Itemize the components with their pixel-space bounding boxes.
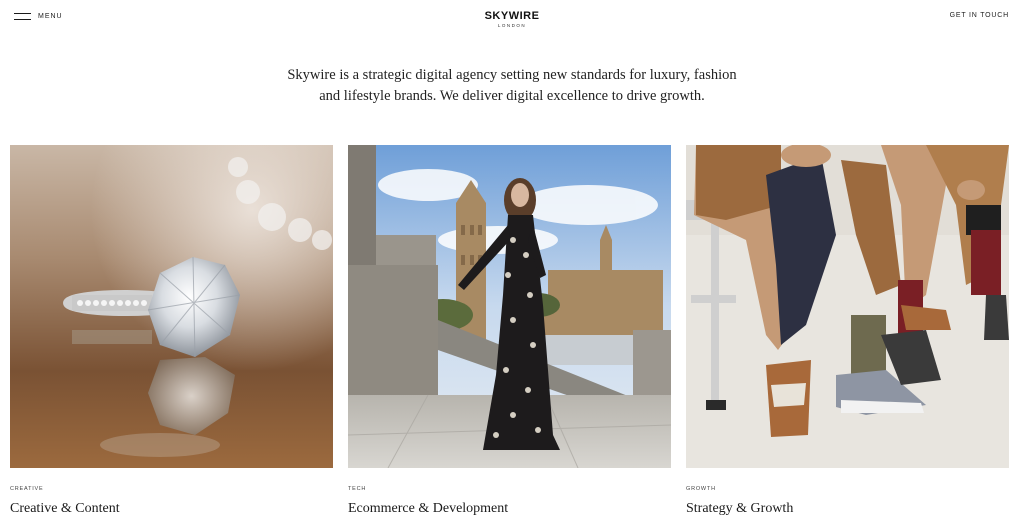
sneakers-image[interactable] bbox=[686, 145, 1009, 468]
brand-subtitle: LONDON bbox=[497, 23, 527, 28]
service-card-creative[interactable]: CREATIVE Creative & Content bbox=[10, 145, 333, 516]
card-tag: CREATIVE bbox=[10, 486, 44, 492]
brand-title[interactable]: SKYWIRE bbox=[0, 10, 1024, 22]
card-title[interactable]: Ecommerce & Development bbox=[348, 501, 508, 517]
card-title[interactable]: Creative & Content bbox=[10, 501, 120, 517]
card-title[interactable]: Strategy & Growth bbox=[686, 501, 793, 517]
intro-text: Skywire is a strategic digital agency se… bbox=[262, 65, 762, 107]
service-card-tech[interactable]: TECH Ecommerce & Development bbox=[348, 145, 671, 516]
card-tag: GROWTH bbox=[686, 486, 716, 492]
london-woman-image[interactable] bbox=[348, 145, 671, 468]
brand-logo[interactable]: SKYWIRE LONDON bbox=[0, 10, 1024, 29]
diamond-ring-image[interactable] bbox=[10, 145, 333, 468]
card-tag: TECH bbox=[348, 486, 367, 492]
intro-line-1: Skywire is a strategic digital agency se… bbox=[287, 67, 737, 83]
service-card-growth[interactable]: GROWTH Strategy & Growth bbox=[686, 145, 1009, 516]
intro-line-2: and lifestyle brands. We deliver digital… bbox=[319, 88, 705, 104]
site-header: MENU SKYWIRE LONDON GET IN TOUCH bbox=[0, 0, 1024, 34]
get-in-touch-link[interactable]: GET IN TOUCH bbox=[950, 12, 1009, 19]
